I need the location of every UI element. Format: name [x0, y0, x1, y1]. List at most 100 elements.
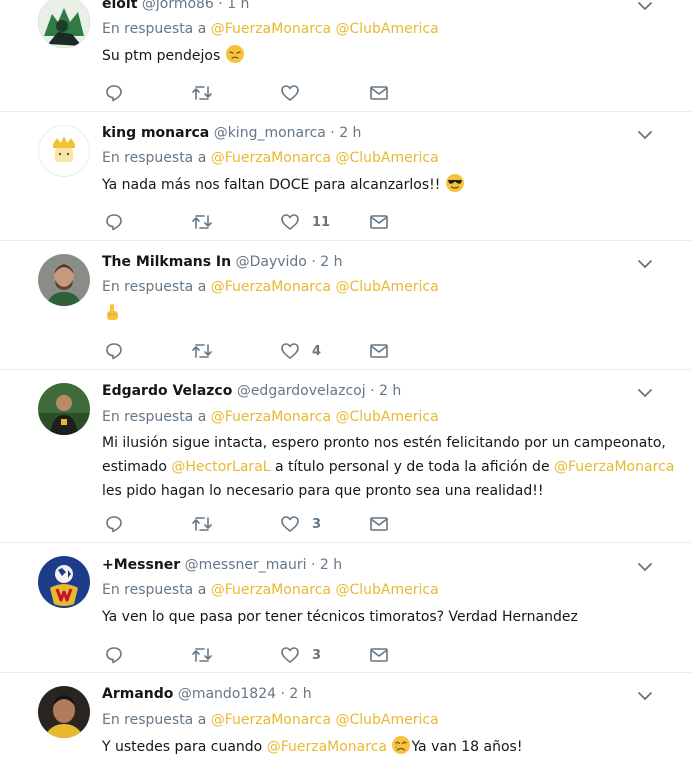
reply-button[interactable] — [105, 645, 123, 665]
tweet: Armando @mando1824 · 2 h En respuesta a … — [0, 672, 691, 772]
reply-button[interactable] — [105, 341, 123, 361]
mention-link[interactable]: @ClubAmerica — [335, 150, 438, 166]
tweet-text-body: Ya ven lo que pasa por tener técnicos ti… — [102, 609, 578, 625]
mention-link[interactable]: @FuerzaMonarca — [211, 21, 331, 37]
user-handle[interactable]: @messner_mauri — [185, 557, 307, 573]
like-button[interactable]: 11 — [280, 212, 330, 232]
like-icon — [281, 85, 299, 101]
direct-message-button[interactable] — [369, 83, 389, 103]
caret-down-icon[interactable] — [636, 690, 654, 702]
mention-link[interactable]: @HectorLaraL — [171, 459, 270, 475]
display-name[interactable]: Edgardo Velazco — [102, 383, 232, 399]
retweet-icon — [192, 344, 212, 358]
tweet: The Milkmans In @Dayvido · 2 h En respue… — [0, 240, 691, 370]
avatar[interactable] — [38, 0, 90, 48]
direct-message-button[interactable] — [369, 341, 389, 361]
separator-dot: · — [280, 686, 285, 702]
mention-link[interactable]: @FuerzaMonarca — [211, 279, 331, 295]
direct-message-button[interactable] — [369, 645, 389, 665]
timestamp[interactable]: 2 h — [289, 686, 311, 702]
caret-down-icon[interactable] — [636, 387, 654, 399]
caret-down-icon[interactable] — [636, 561, 654, 573]
avatar[interactable] — [38, 383, 90, 435]
reply-button[interactable] — [105, 212, 123, 232]
reply-prefix: En respuesta a — [102, 712, 207, 728]
retweet-icon — [192, 517, 212, 531]
timestamp[interactable]: 1 h — [227, 0, 249, 12]
timestamp[interactable]: 2 h — [320, 254, 342, 270]
like-button[interactable]: 3 — [280, 514, 321, 534]
reply-prefix: En respuesta a — [102, 21, 207, 37]
avatar[interactable] — [38, 686, 90, 738]
mention-link[interactable]: @ClubAmerica — [335, 409, 438, 425]
separator-dot: · — [218, 0, 223, 12]
retweet-button[interactable] — [191, 212, 213, 232]
caret-down-icon[interactable] — [636, 0, 654, 12]
tweet-text-body: Su ptm pendejos — [102, 48, 221, 64]
like-button[interactable]: 4 — [280, 341, 321, 361]
reply-prefix: En respuesta a — [102, 279, 207, 295]
direct-message-button[interactable] — [369, 212, 389, 232]
mention-link[interactable]: @FuerzaMonarca — [211, 150, 331, 166]
like-count: 3 — [312, 647, 322, 663]
avatar[interactable] — [38, 254, 90, 306]
mention-link[interactable]: @FuerzaMonarca — [267, 739, 387, 755]
tweet-actions — [102, 83, 402, 103]
retweet-button[interactable] — [191, 341, 213, 361]
tweet-actions: 3 — [102, 514, 402, 534]
mention-link[interactable]: @FuerzaMonarca — [211, 409, 331, 425]
reply-button[interactable] — [105, 514, 123, 534]
retweet-button[interactable] — [191, 514, 213, 534]
display-name[interactable]: The Milkmans In — [102, 254, 231, 270]
mention-link[interactable]: @FuerzaMonarca — [211, 582, 331, 598]
like-button[interactable]: 3 — [280, 645, 321, 665]
mention-link[interactable]: @FuerzaMonarca — [211, 712, 331, 728]
reply-button[interactable] — [105, 83, 123, 103]
retweet-button[interactable] — [191, 83, 213, 103]
mention-link[interactable]: @ClubAmerica — [335, 21, 438, 37]
separator-dot: · — [310, 557, 316, 573]
like-button[interactable] — [280, 83, 312, 103]
avatar[interactable] — [38, 556, 90, 608]
user-handle[interactable]: @Dayvido — [236, 254, 307, 270]
like-icon — [281, 516, 299, 532]
retweet-icon — [192, 86, 212, 100]
retweet-button[interactable] — [191, 645, 213, 665]
mention-link[interactable]: @FuerzaMonarca — [554, 459, 674, 475]
tweet: Edgardo Velazco @edgardovelazcoj · 2 h E… — [0, 369, 691, 543]
user-handle[interactable]: @jormo86 — [142, 0, 214, 12]
caret-down-icon[interactable] — [636, 258, 654, 270]
display-name[interactable]: king monarca — [102, 125, 209, 141]
tweet: eloit @jormo86 · 1 h En respuesta a @Fue… — [0, 0, 691, 112]
reply-context: En respuesta a @FuerzaMonarca @ClubAmeri… — [102, 150, 439, 166]
message-icon — [370, 86, 388, 100]
mention-link[interactable]: @ClubAmerica — [335, 279, 438, 295]
display-name[interactable]: Armando — [102, 686, 173, 702]
tweet-text — [102, 302, 677, 330]
like-icon — [281, 647, 299, 663]
tweet-actions: 3 — [102, 645, 402, 665]
caret-down-icon[interactable] — [636, 129, 654, 141]
timestamp[interactable]: 2 h — [339, 125, 361, 141]
timestamp[interactable]: 2 h — [320, 557, 342, 573]
avatar[interactable] — [38, 125, 90, 177]
mention-link[interactable]: @ClubAmerica — [335, 712, 438, 728]
tweet: king monarca @king_monarca · 2 h En resp… — [0, 111, 691, 241]
sunglasses-face-icon — [445, 173, 465, 201]
mention-link[interactable]: @ClubAmerica — [335, 582, 438, 598]
timestamp[interactable]: 2 h — [379, 383, 401, 399]
user-handle[interactable]: @edgardovelazcoj — [237, 383, 366, 399]
reply-icon — [106, 214, 122, 231]
user-handle[interactable]: @mando1824 — [178, 686, 276, 702]
display-name[interactable]: eloit — [102, 0, 137, 12]
display-name[interactable]: +Messner — [102, 557, 180, 573]
tweet-text-part: Y ustedes para cuando — [102, 739, 267, 755]
direct-message-button[interactable] — [369, 514, 389, 534]
reply-context: En respuesta a @FuerzaMonarca @ClubAmeri… — [102, 409, 439, 425]
separator-dot: · — [311, 254, 316, 270]
separator-dot: · — [330, 125, 335, 141]
like-count: 11 — [312, 214, 331, 230]
user-handle[interactable]: @king_monarca — [214, 125, 326, 141]
tweet: +Messner @messner_mauri · 2 h En respues… — [0, 542, 691, 673]
reply-icon — [106, 85, 122, 102]
